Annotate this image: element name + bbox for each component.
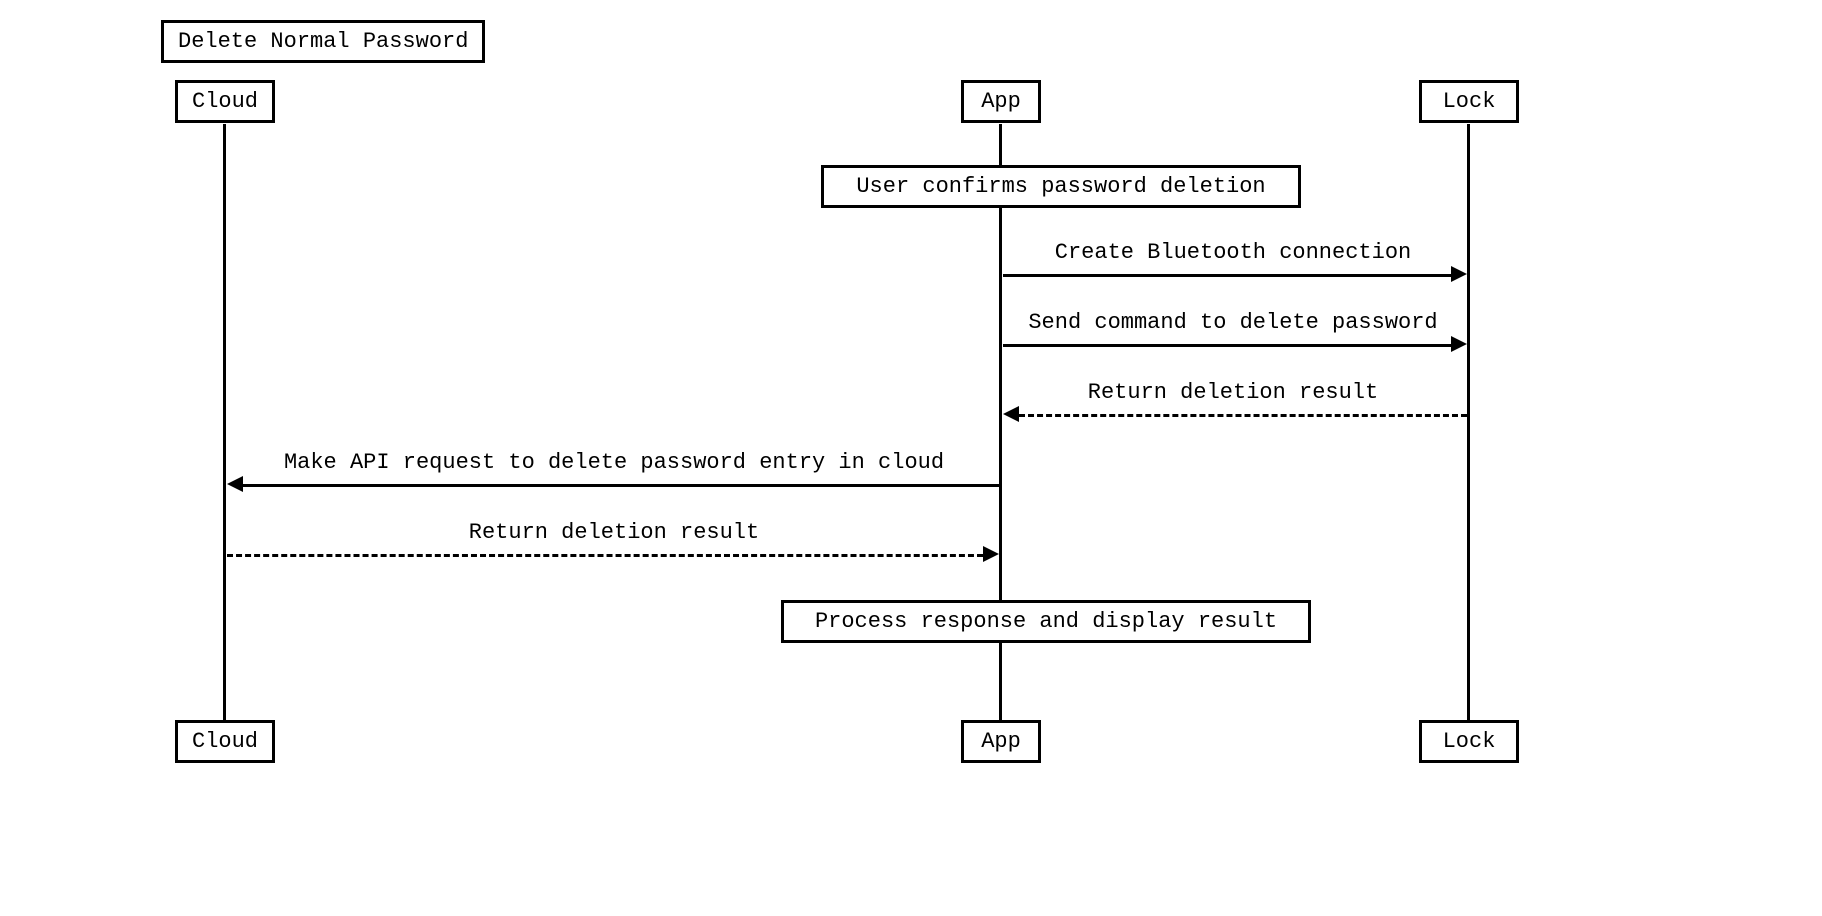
message-send-command-arrow <box>1451 336 1467 352</box>
message-send-command-label: Send command to delete password <box>1003 310 1463 335</box>
participant-lock-bottom: Lock <box>1419 720 1519 763</box>
message-api-request-arrow <box>227 476 243 492</box>
message-cloud-result-line <box>227 554 983 557</box>
message-lock-result-arrow <box>1003 406 1019 422</box>
message-api-request-label: Make API request to delete password entr… <box>229 450 999 475</box>
sequence-diagram: Delete Normal Password Cloud App Lock Us… <box>161 20 1661 800</box>
message-cloud-result-arrow <box>983 546 999 562</box>
participant-cloud-top: Cloud <box>175 80 275 123</box>
lifeline-lock <box>1467 124 1470 720</box>
message-send-command-line <box>1003 344 1451 347</box>
lifeline-cloud <box>223 124 226 720</box>
message-lock-result-label: Return deletion result <box>1003 380 1463 405</box>
participant-app-top: App <box>961 80 1041 123</box>
message-lock-result-line <box>1019 414 1467 417</box>
participant-lock-top: Lock <box>1419 80 1519 123</box>
message-create-bluetooth-arrow <box>1451 266 1467 282</box>
participant-app-bottom: App <box>961 720 1041 763</box>
note-confirm: User confirms password deletion <box>821 165 1301 208</box>
message-cloud-result-label: Return deletion result <box>229 520 999 545</box>
note-process: Process response and display result <box>781 600 1311 643</box>
message-api-request-line <box>243 484 999 487</box>
message-create-bluetooth-label: Create Bluetooth connection <box>1003 240 1463 265</box>
message-create-bluetooth-line <box>1003 274 1451 277</box>
participant-cloud-bottom: Cloud <box>175 720 275 763</box>
diagram-title: Delete Normal Password <box>161 20 485 63</box>
